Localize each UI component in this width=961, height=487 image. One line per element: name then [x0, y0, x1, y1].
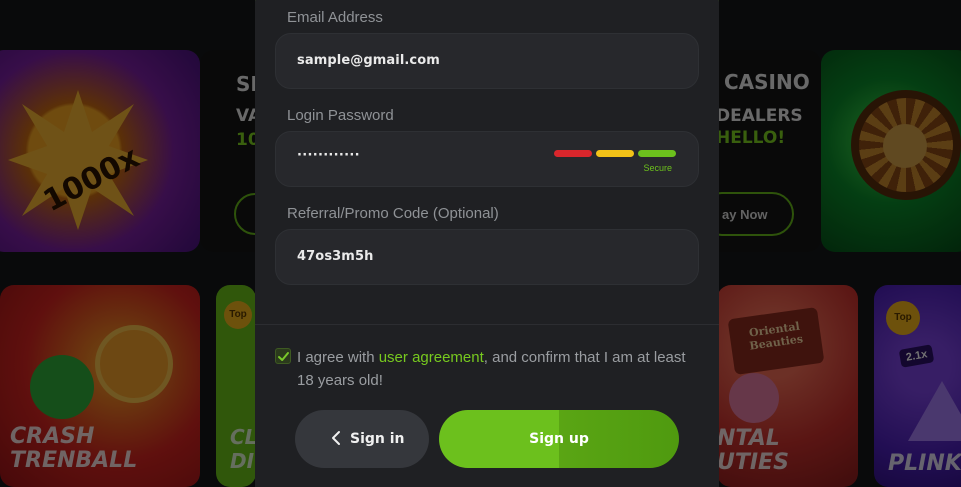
multiplier-tag: 2.1x: [898, 344, 935, 368]
email-field[interactable]: sample@gmail.com: [275, 33, 699, 89]
game-card-crash-trenball[interactable]: CRASH TRENBALL: [0, 285, 200, 487]
email-label: Email Address: [287, 9, 383, 26]
oriental-badge: Oriental Beauties: [727, 307, 825, 375]
strength-bar-medium: [596, 150, 634, 157]
crash-card-line2: TRENBALL: [10, 448, 138, 473]
password-value: ············: [297, 148, 360, 163]
crash-card-line1: CRASH: [10, 424, 95, 449]
top-badge: Top: [224, 301, 252, 329]
roulette-banner-image: [821, 50, 961, 252]
form-divider: [255, 324, 719, 325]
sign-in-label: Sign in: [350, 431, 405, 447]
promo-casino-title: CASINO: [724, 70, 810, 94]
strength-label: Secure: [643, 163, 672, 173]
green-card-line2: DI: [230, 449, 255, 473]
chevron-left-icon: [332, 431, 340, 445]
user-agreement-link[interactable]: user agreement: [379, 349, 484, 366]
oriental-card-title: NTAL UTIES: [717, 427, 789, 475]
game-card-oriental-beauties[interactable]: Oriental Beauties NTAL UTIES: [717, 285, 858, 487]
game-card-1000x[interactable]: 1000x: [0, 50, 200, 252]
referral-code-field[interactable]: 47os3m5h: [275, 229, 699, 285]
agreement-prefix: I agree with: [297, 349, 379, 366]
roulette-hub-graphic: [883, 124, 927, 168]
referral-code-value: 47os3m5h: [297, 249, 374, 264]
signup-modal: Email Address sample@gmail.com Login Pas…: [255, 0, 719, 487]
password-field[interactable]: ············ Secure: [275, 131, 699, 187]
oriental-card-line1: NTAL: [717, 426, 780, 451]
game-card-green[interactable]: Top CL DI: [216, 285, 256, 487]
crash-card-title: CRASH TRENBALL: [10, 425, 137, 473]
agreement-text: I agree with user agreement, and confirm…: [297, 346, 697, 392]
shiba-coin-graphic: [95, 325, 173, 403]
promo-casino-line3: HELLO!: [716, 128, 786, 148]
flower-graphic: [729, 373, 779, 423]
referral-label: Referral/Promo Code (Optional): [287, 205, 499, 222]
plinko-card-title: PLINKO: [888, 451, 961, 476]
agreement-checkbox[interactable]: [275, 348, 291, 364]
plinko-pyramid-graphic: [908, 381, 961, 441]
game-card-plinko[interactable]: Top 2.1x PLINKO: [874, 285, 961, 487]
email-value: sample@gmail.com: [297, 53, 440, 68]
green-blob-graphic: [30, 355, 94, 419]
strength-bar-weak: [554, 150, 592, 157]
promo-casino-line2: DEALERS: [716, 106, 803, 126]
top-badge: Top: [886, 301, 920, 335]
password-label: Login Password: [287, 107, 394, 124]
checkmark-icon: [278, 352, 289, 361]
green-card-line1: CL: [230, 425, 256, 449]
strength-bar-strong: [638, 150, 676, 157]
sign-in-button[interactable]: Sign in: [295, 410, 429, 468]
oriental-card-line2: UTIES: [717, 450, 789, 475]
sign-up-button[interactable]: Sign up: [439, 410, 679, 468]
